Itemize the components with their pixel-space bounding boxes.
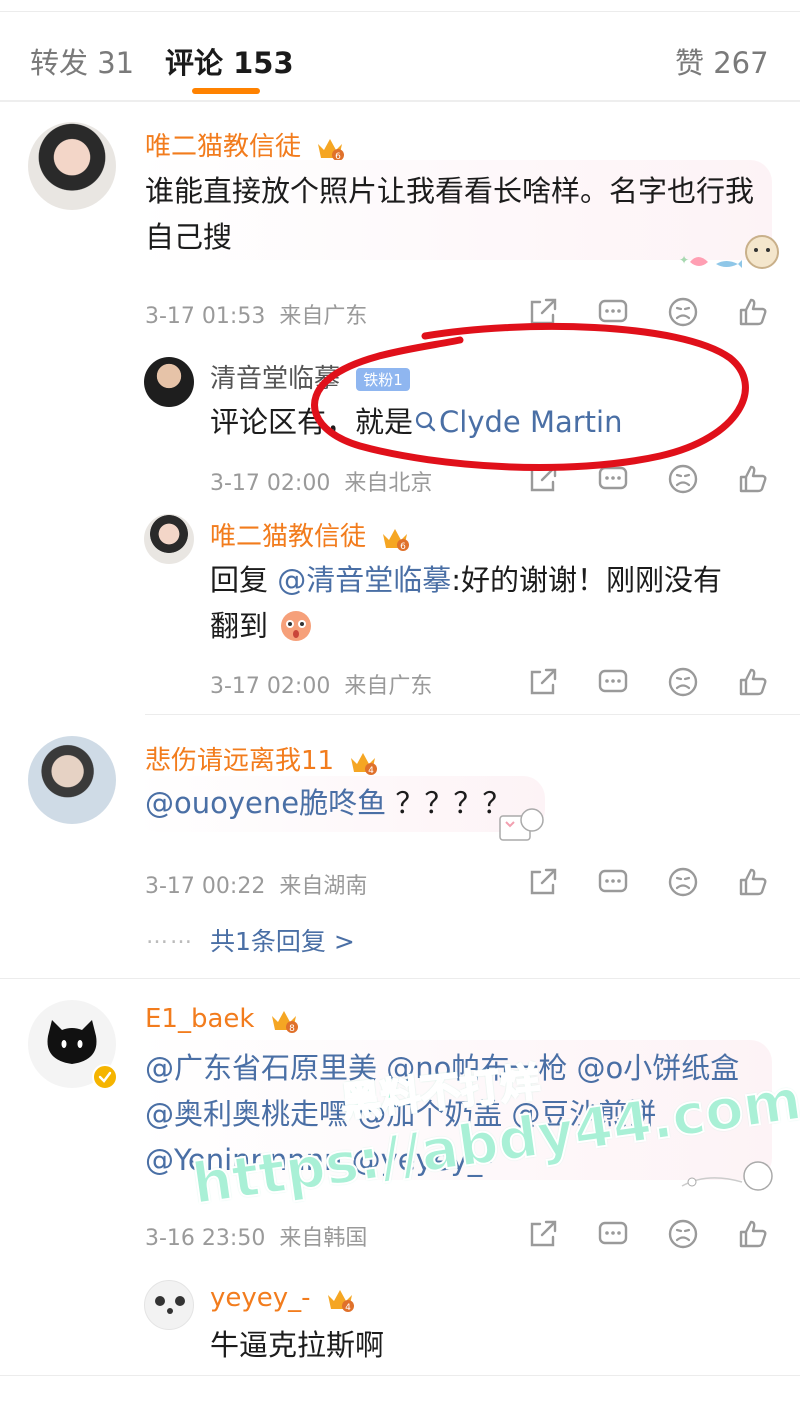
- mention-link[interactable]: @清音堂临摹: [277, 563, 451, 597]
- sticker-decoration-icon: ✦: [679, 235, 779, 269]
- username-text: 悲伤请远离我11: [145, 746, 335, 776]
- mention-link[interactable]: @ouoyene脆咚鱼: [145, 786, 386, 820]
- like-thumb-icon[interactable]: [736, 1217, 770, 1251]
- avatar[interactable]: [28, 736, 116, 824]
- comment-text: 谁能直接放个照片让我看看长啥样。名字也行我自己搜: [145, 174, 755, 254]
- reply-prefix: 回复: [210, 563, 269, 597]
- reply-icon[interactable]: [596, 865, 630, 899]
- more-replies-dots: ……: [146, 924, 194, 949]
- svg-text:4: 4: [368, 766, 374, 776]
- reply-username[interactable]: yeyey_- 4: [210, 1283, 355, 1313]
- share-icon[interactable]: [526, 665, 560, 699]
- reply-avatar[interactable]: [144, 514, 194, 564]
- comment-meta: 3-17 00:22 来自湖南: [145, 868, 367, 900]
- comment-location: 来自韩国: [279, 1226, 368, 1251]
- username-text: 唯二猫教信徒: [210, 522, 367, 552]
- comment-username[interactable]: 悲伤请远离我11 4: [145, 740, 378, 777]
- emoji-icon: [281, 611, 312, 641]
- like-thumb-icon[interactable]: [736, 665, 770, 699]
- comment-text: @ouoyene脆咚鱼 ？？？？: [145, 780, 511, 826]
- sticker-decoration-icon: [499, 808, 544, 841]
- reply-icon[interactable]: [596, 665, 630, 699]
- vip-crown-icon: 6: [318, 138, 345, 162]
- mention-line[interactable]: @奥利奥桃走嘿 @加个奶盖 @豆沙煎饼: [145, 1091, 656, 1137]
- bottom-divider: [0, 1375, 800, 1376]
- verified-badge-icon: [92, 1064, 118, 1090]
- reply-actions: [526, 665, 767, 699]
- tab-comments[interactable]: 评论 153: [165, 40, 294, 82]
- reply-time: 3-17 02:00: [210, 674, 331, 699]
- red-circle-annotation: [311, 322, 749, 471]
- dislike-face-icon[interactable]: [666, 665, 700, 699]
- reply-text: 回复 @清音堂临摹:好的谢谢！刚刚没有翻到: [210, 557, 750, 649]
- comment-actions: [526, 1217, 767, 1251]
- comment-location: 来自湖南: [279, 874, 368, 899]
- panda-avatar-icon: [155, 1296, 185, 1314]
- comment-meta: 3-16 23:50 来自韩国: [145, 1220, 367, 1252]
- sticker-decoration-icon: [681, 1161, 773, 1191]
- comment-username[interactable]: 唯二猫教信徒 6: [145, 126, 345, 163]
- mention-line[interactable]: @Yeninnnnnn @yeyey_-: [145, 1137, 493, 1183]
- top-divider: [0, 0, 800, 12]
- reply-location: 来自广东: [344, 674, 433, 699]
- reply-avatar[interactable]: [144, 357, 194, 407]
- comment-divider: [0, 978, 800, 979]
- comment-username[interactable]: E1_baek 8: [145, 1004, 299, 1034]
- dislike-face-icon[interactable]: [666, 865, 700, 899]
- comment-divider: [145, 714, 800, 715]
- dislike-face-icon[interactable]: [666, 1217, 700, 1251]
- username-text: yeyey_-: [210, 1283, 311, 1313]
- vip-crown-icon: 6: [383, 528, 410, 552]
- reply-username[interactable]: 唯二猫教信徒 6: [210, 516, 410, 553]
- username-text: E1_baek: [145, 1004, 255, 1034]
- svg-text:✦: ✦: [679, 253, 689, 267]
- comment-actions: [526, 865, 767, 899]
- mention-line[interactable]: @广东省石原里美 @no帕布一枪 @o小饼纸盒: [145, 1045, 739, 1091]
- reply-avatar[interactable]: [144, 1280, 194, 1330]
- reply-text: 牛逼克拉斯啊: [210, 1328, 385, 1362]
- reply-meta: 3-17 02:00 来自广东: [210, 668, 432, 700]
- vip-crown-icon: 8: [271, 1010, 298, 1034]
- view-more-replies-link[interactable]: 共1条回复 >: [210, 922, 355, 958]
- comment-time: 3-17 01:53: [145, 304, 266, 329]
- share-icon[interactable]: [526, 1217, 560, 1251]
- like-thumb-icon[interactable]: [736, 865, 770, 899]
- active-tab-indicator: [192, 88, 260, 94]
- reply-icon[interactable]: [596, 1217, 630, 1251]
- tab-repost[interactable]: 转发 31: [30, 40, 134, 82]
- svg-text:6: 6: [400, 542, 406, 552]
- vip-crown-icon: 4: [351, 752, 378, 776]
- vip-crown-icon: 4: [327, 1289, 354, 1313]
- share-icon[interactable]: [526, 865, 560, 899]
- svg-text:8: 8: [289, 1024, 295, 1034]
- tab-likes[interactable]: 赞 267: [675, 40, 769, 82]
- username-text: 唯二猫教信徒: [145, 132, 302, 162]
- comment-time: 3-16 23:50: [145, 1226, 266, 1251]
- svg-text:4: 4: [345, 1303, 351, 1313]
- avatar[interactable]: [28, 122, 116, 210]
- comment-time: 3-17 00:22: [145, 874, 266, 899]
- tab-bar: 转发 31 评论 153 赞 267: [0, 12, 800, 102]
